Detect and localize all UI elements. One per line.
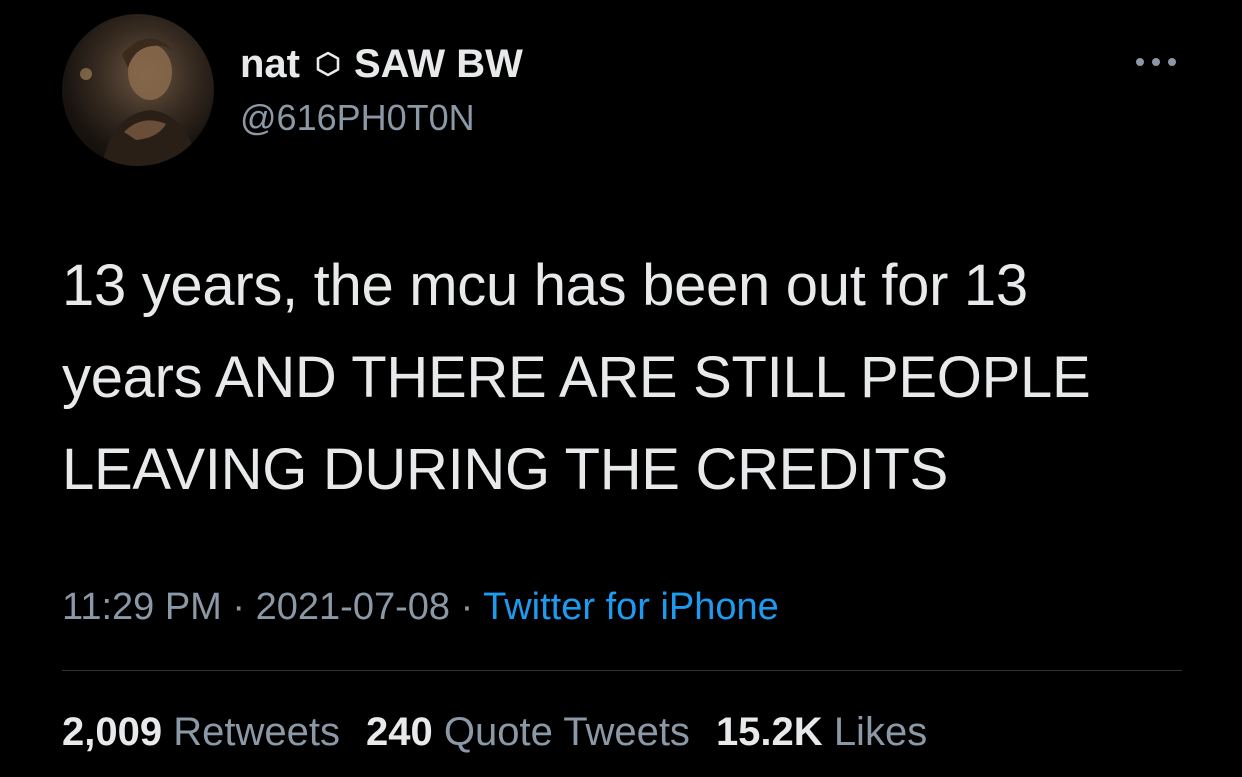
likes-label: Likes	[833, 710, 928, 754]
tweet-stats: 2,009 Retweets 240 Quote Tweets 15.2K Like…	[62, 708, 927, 756]
tweet-source-link[interactable]: Twitter for iPhone	[483, 586, 779, 628]
display-name-text: nat	[240, 42, 300, 86]
display-name-suffix: SAW BW	[354, 42, 523, 86]
retweets-label: Retweets	[173, 710, 340, 754]
retweets-stat[interactable]: 2,009 Retweets	[62, 710, 340, 754]
tweet-time[interactable]: 11:29 PM	[62, 586, 222, 628]
quote-tweets-label: Quote Tweets	[443, 710, 690, 754]
author-handle[interactable]: @616PH0T0N	[240, 96, 475, 140]
retweets-count: 2,009	[62, 710, 163, 754]
likes-count: 15.2K	[715, 710, 823, 754]
tweet-meta: 11:29 PM · 2021-07-08 · Twitter for iPho…	[62, 584, 779, 630]
quote-tweets-stat[interactable]: 240 Quote Tweets	[366, 710, 690, 754]
hexagon-outline-icon	[316, 51, 340, 77]
quote-tweets-count: 240	[365, 710, 433, 754]
more-options-icon[interactable]	[1134, 54, 1178, 70]
divider	[62, 670, 1182, 671]
meta-separator: ·	[450, 586, 484, 628]
tweet-text: 13 years, the mcu has been out for 13 ye…	[62, 253, 1091, 502]
tweet-date[interactable]: 2021-07-08	[256, 586, 450, 628]
avatar-photo-icon	[80, 38, 198, 166]
meta-separator: ·	[221, 586, 256, 628]
author-display-name[interactable]: nat SAW BW	[240, 40, 523, 88]
likes-stat[interactable]: 15.2K Likes	[716, 710, 927, 754]
avatar[interactable]	[62, 14, 214, 166]
